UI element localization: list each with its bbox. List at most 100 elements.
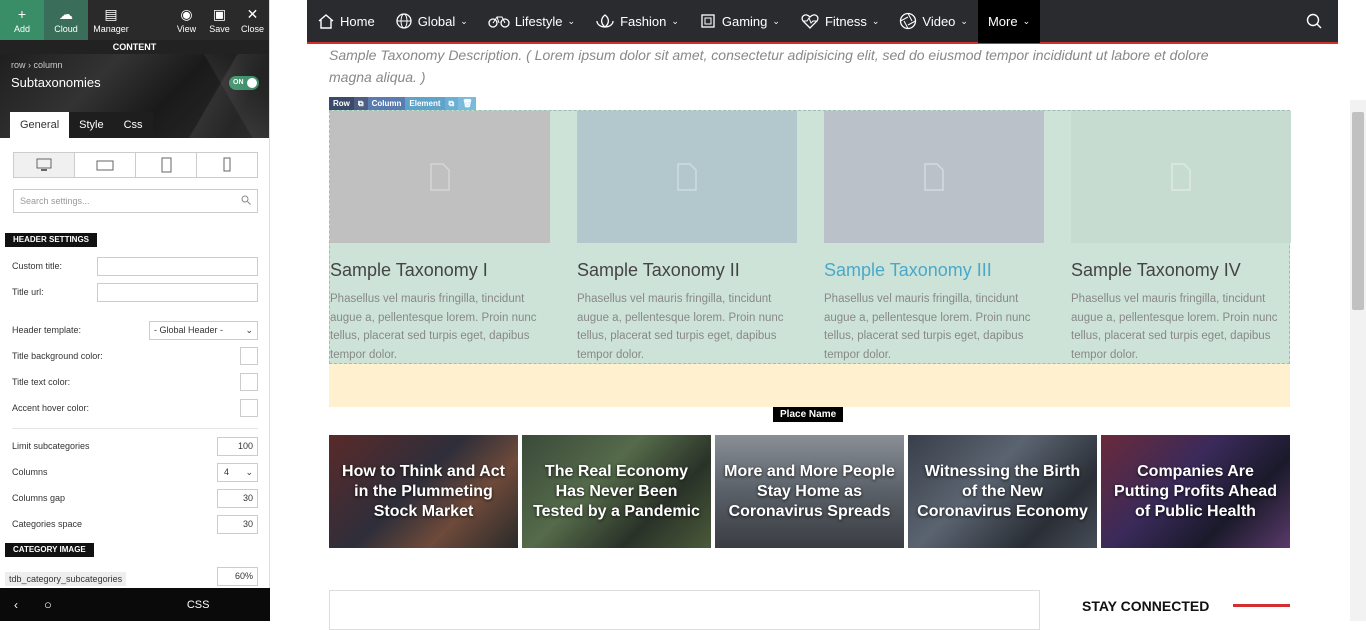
- globe-icon: [396, 13, 412, 29]
- breadcrumb[interactable]: row › column: [11, 60, 63, 70]
- title-bg-swatch[interactable]: [240, 347, 258, 365]
- image-percent-field[interactable]: 60%: [217, 567, 258, 586]
- document-icon: [430, 163, 450, 191]
- settings-search-input[interactable]: Search settings...: [13, 189, 258, 213]
- element-tag[interactable]: Element: [405, 97, 445, 110]
- categories-space-field[interactable]: 30: [217, 515, 258, 534]
- taxonomy-desc: Phasellus vel mauris fringilla, tincidun…: [330, 293, 537, 361]
- on-toggle[interactable]: ON: [229, 76, 259, 90]
- header-settings-heading: HEADER SETTINGS: [5, 233, 98, 247]
- element-copy-icon[interactable]: ⧉: [444, 97, 459, 110]
- nav-home[interactable]: Home: [307, 0, 385, 43]
- editor-toolbar: Row ⧉ Column Element ⧉ 🗑: [329, 97, 477, 110]
- settings-panel: + Add ☁ Cloud ▤ Manager ◉ View ▣ Save ✕ Close …: [0, 0, 270, 621]
- circle-icon[interactable]: ○: [44, 597, 52, 612]
- header-template-select[interactable]: - Global Header - ⌄: [149, 321, 258, 340]
- post-title[interactable]: The Real Economy Has Never Been Tested b…: [530, 462, 703, 522]
- taxonomy-thumb: [577, 111, 797, 243]
- nav-lifestyle[interactable]: Lifestyle ⌄: [478, 0, 585, 43]
- desktop-icon[interactable]: [14, 153, 75, 177]
- nav-global[interactable]: Global ⌄: [385, 0, 478, 43]
- tablet-landscape-icon[interactable]: [75, 153, 136, 177]
- taxonomy-thumb: [1071, 111, 1291, 243]
- chevron-down-icon: ⌄: [772, 15, 780, 26]
- post-tile[interactable]: How to Think and Act in the Plummeting S…: [329, 435, 518, 548]
- columns-gap-field[interactable]: 30: [217, 489, 258, 508]
- tab-css[interactable]: Css: [113, 112, 153, 138]
- post-title[interactable]: Companies Are Putting Profits Ahead of P…: [1109, 462, 1282, 522]
- taxonomy-card[interactable]: Sample Taxonomy IV Phasellus vel mauris …: [1071, 111, 1291, 364]
- post-tile[interactable]: More and More People Stay Home as Corona…: [715, 435, 904, 548]
- scrollbar-thumb[interactable]: [1352, 112, 1364, 310]
- nav-video[interactable]: Video ⌄: [889, 0, 978, 43]
- back-icon[interactable]: ‹: [14, 598, 18, 612]
- column-tag[interactable]: Column: [367, 97, 406, 110]
- accent-hover-swatch[interactable]: [240, 399, 258, 417]
- taxonomy-title[interactable]: Sample Taxonomy I: [330, 260, 550, 281]
- row-copy-icon[interactable]: ⧉: [353, 97, 368, 110]
- view-button[interactable]: ◉ View: [170, 0, 203, 40]
- panel-title: Subtaxonomies: [11, 75, 101, 90]
- nav-fitness[interactable]: Fitness ⌄: [790, 0, 889, 43]
- title-url-label: Title url:: [12, 287, 44, 297]
- chevron-down-icon: ⌄: [567, 15, 576, 26]
- phone-icon[interactable]: [197, 153, 257, 177]
- close-button[interactable]: ✕ Close: [236, 0, 269, 40]
- categories-space-label: Categories space: [12, 519, 83, 529]
- class-tag: tdb_category_subcategories: [5, 572, 127, 586]
- search-icon: [241, 195, 251, 205]
- search-icon[interactable]: [1306, 13, 1322, 29]
- row-tag[interactable]: Row: [329, 97, 354, 110]
- cloud-button[interactable]: ☁ Cloud: [44, 0, 88, 40]
- post-title[interactable]: How to Think and Act in the Plummeting S…: [337, 462, 510, 522]
- add-button[interactable]: + Add: [0, 0, 44, 40]
- taxonomy-card[interactable]: Sample Taxonomy I Phasellus vel mauris f…: [330, 111, 550, 364]
- custom-title-label: Custom title:: [12, 261, 63, 271]
- stay-connected-heading: STAY CONNECTED: [1082, 598, 1210, 614]
- trash-icon[interactable]: 🗑: [458, 97, 477, 110]
- title-text-swatch[interactable]: [240, 373, 258, 391]
- manager-button[interactable]: ▤ Manager: [88, 0, 134, 40]
- custom-title-field[interactable]: [97, 257, 258, 276]
- aperture-icon: [900, 12, 917, 30]
- chevron-down-icon: ⌄: [871, 15, 880, 26]
- tab-general[interactable]: General: [10, 112, 70, 138]
- heading-underline: [1233, 604, 1290, 607]
- title-url-field[interactable]: [97, 283, 258, 302]
- post-tile[interactable]: Witnessing the Birth of the New Coronavi…: [908, 435, 1097, 548]
- columns-value: 4: [224, 467, 230, 477]
- padding-area: [329, 364, 1290, 407]
- eye-icon: ◉: [180, 6, 193, 22]
- taxonomy-title[interactable]: Sample Taxonomy III: [824, 260, 1044, 281]
- nav-gaming[interactable]: Gaming ⌄: [689, 0, 790, 43]
- manager-icon: ▤: [104, 6, 118, 22]
- device-switcher: [13, 152, 258, 178]
- taxonomy-card[interactable]: Sample Taxonomy II Phasellus vel mauris …: [577, 111, 797, 364]
- limit-sub-field[interactable]: 100: [217, 437, 258, 456]
- taxonomy-title[interactable]: Sample Taxonomy II: [577, 260, 797, 281]
- chevron-down-icon: ⌄: [1022, 15, 1031, 26]
- tab-style[interactable]: Style: [69, 112, 114, 138]
- nav-more[interactable]: More ⌄: [977, 0, 1041, 43]
- columns-select[interactable]: 4 ⌄: [217, 463, 258, 482]
- chevron-down-icon: ⌄: [960, 15, 968, 26]
- taxonomy-desc: Phasellus vel mauris fringilla, tincidun…: [1071, 293, 1278, 361]
- nav-fashion[interactable]: Fashion ⌄: [585, 0, 689, 43]
- bicycle-icon: [488, 16, 510, 28]
- columns-label: Columns: [12, 467, 48, 477]
- taxonomy-title[interactable]: Sample Taxonomy IV: [1071, 260, 1291, 281]
- home-icon: [318, 14, 334, 29]
- post-tile[interactable]: The Real Economy Has Never Been Tested b…: [522, 435, 711, 548]
- post-title[interactable]: More and More People Stay Home as Corona…: [723, 462, 896, 522]
- post-title[interactable]: Witnessing the Birth of the New Coronavi…: [916, 462, 1089, 522]
- document-icon: [1171, 163, 1191, 191]
- taxonomy-card[interactable]: Sample Taxonomy III Phasellus vel mauris…: [824, 111, 1044, 364]
- cloud-icon: ☁: [59, 6, 73, 22]
- css-button[interactable]: CSS: [187, 599, 210, 611]
- accent-hover-label: Accent hover color:: [12, 403, 90, 413]
- header-template-value: - Global Header -: [154, 325, 224, 335]
- subtaxonomies-grid[interactable]: Sample Taxonomy I Phasellus vel mauris f…: [329, 110, 1291, 364]
- post-tile[interactable]: Companies Are Putting Profits Ahead of P…: [1101, 435, 1290, 548]
- tablet-portrait-icon[interactable]: [136, 153, 197, 177]
- save-button[interactable]: ▣ Save: [203, 0, 236, 40]
